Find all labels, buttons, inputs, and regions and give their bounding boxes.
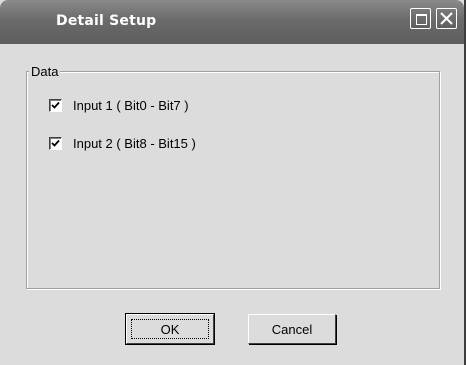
cancel-button[interactable]: Cancel	[248, 314, 336, 344]
checkmark-icon	[51, 139, 60, 147]
input1-label: Input 1 ( Bit0 - Bit7 )	[73, 97, 189, 113]
input2-checkbox-row[interactable]: Input 2 ( Bit8 - Bit15 )	[49, 134, 196, 152]
cancel-button-label: Cancel	[271, 321, 313, 337]
close-button[interactable]	[436, 8, 457, 29]
input2-checkbox[interactable]	[49, 136, 62, 150]
maximize-icon	[416, 14, 427, 25]
input1-checkbox-row[interactable]: Input 1 ( Bit0 - Bit7 )	[49, 96, 189, 114]
window-title: Detail Setup	[56, 13, 157, 29]
input2-label: Input 2 ( Bit8 - Bit15 )	[73, 135, 196, 151]
detail-setup-dialog: Detail Setup Data Input 1 ( Bit0 - Bit7 …	[0, 0, 466, 365]
focus-rectangle	[131, 319, 209, 339]
maximize-button[interactable]	[410, 8, 431, 29]
close-icon	[440, 12, 453, 25]
ok-button[interactable]: OK	[125, 313, 215, 345]
title-bar[interactable]: Detail Setup	[0, 0, 464, 44]
input1-checkbox[interactable]	[49, 98, 62, 112]
dialog-body: Data Input 1 ( Bit0 - Bit7 ) Input 2 ( B…	[10, 44, 462, 362]
checkmark-icon	[51, 101, 60, 109]
group-label: Data	[29, 64, 61, 79]
